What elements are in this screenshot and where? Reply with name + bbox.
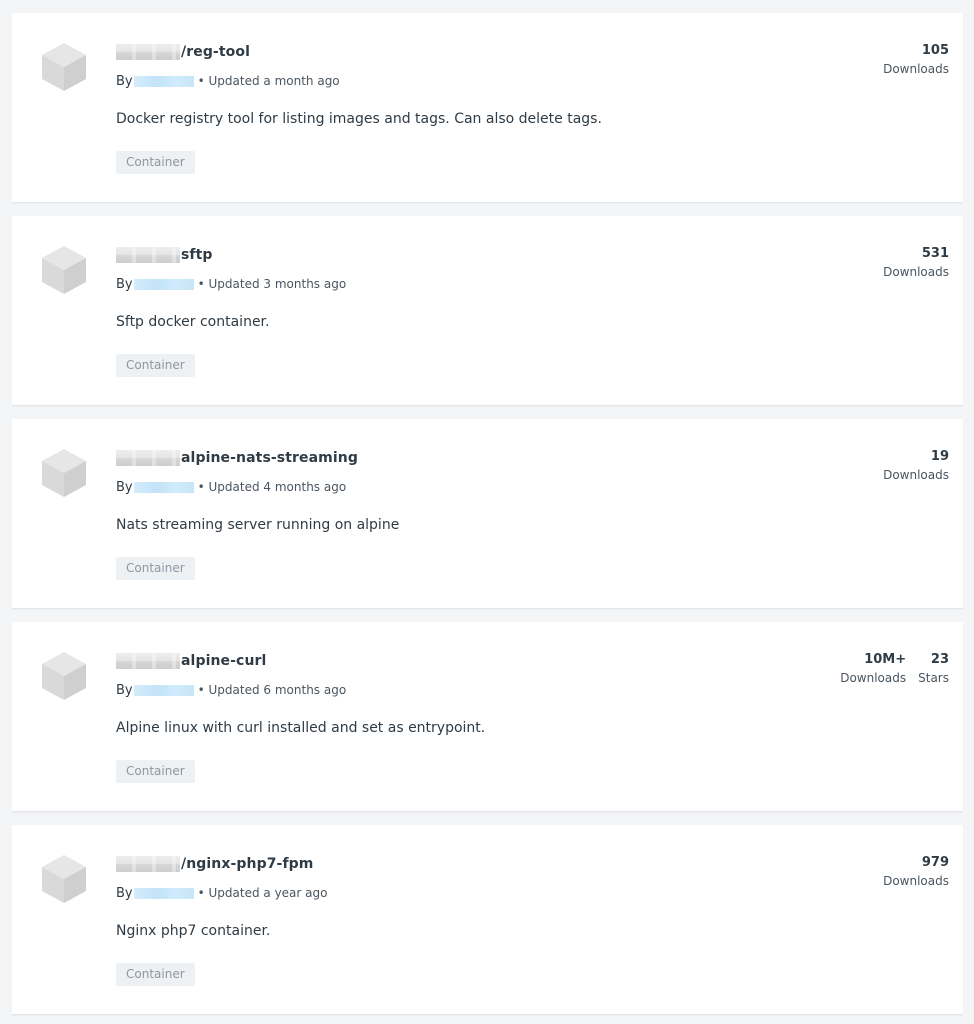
repository-card[interactable]: sftp By • Updated 3 months ago Sftp dock… bbox=[12, 216, 963, 406]
stars-stat: 23 Stars bbox=[918, 652, 949, 686]
container-cube-icon bbox=[42, 246, 86, 294]
repository-name[interactable]: /nginx-php7-fpm bbox=[181, 856, 313, 872]
by-label: By bbox=[116, 73, 133, 89]
repository-stats: 105 Downloads bbox=[871, 43, 949, 77]
redacted-namespace bbox=[116, 44, 180, 60]
downloads-label: Downloads bbox=[883, 874, 949, 888]
repository-meta: By • Updated 3 months ago bbox=[116, 275, 346, 293]
repository-card[interactable]: alpine-nats-streaming By • Updated 4 mon… bbox=[12, 419, 963, 609]
updated-text: • Updated 4 months ago bbox=[197, 480, 347, 494]
category-badge[interactable]: Container bbox=[116, 151, 195, 174]
container-cube-icon bbox=[42, 652, 86, 700]
container-cube-icon bbox=[42, 43, 86, 91]
repository-card[interactable]: /nginx-php7-fpm By • Updated a year ago … bbox=[12, 825, 963, 1015]
redacted-author-link[interactable] bbox=[133, 887, 194, 899]
repository-card[interactable]: alpine-curl By • Updated 6 months ago Al… bbox=[12, 622, 963, 812]
downloads-label: Downloads bbox=[883, 468, 949, 482]
repository-title[interactable]: alpine-nats-streaming bbox=[116, 448, 358, 468]
redacted-author-link[interactable] bbox=[133, 278, 194, 290]
redacted-author-link[interactable] bbox=[133, 684, 194, 696]
updated-text: • Updated a year ago bbox=[197, 886, 328, 900]
downloads-label: Downloads bbox=[883, 265, 949, 279]
redacted-namespace bbox=[116, 653, 180, 669]
repository-title[interactable]: /reg-tool bbox=[116, 42, 250, 62]
redacted-namespace bbox=[116, 247, 180, 263]
repository-description: Sftp docker container. bbox=[116, 314, 270, 330]
repository-meta: By • Updated 4 months ago bbox=[116, 478, 346, 496]
stars-count: 23 bbox=[930, 652, 949, 667]
downloads-stat: 979 Downloads bbox=[883, 855, 949, 889]
downloads-count: 105 bbox=[921, 43, 949, 58]
category-badge[interactable]: Container bbox=[116, 354, 195, 377]
repository-meta: By • Updated 6 months ago bbox=[116, 681, 346, 699]
updated-text: • Updated a month ago bbox=[197, 74, 340, 88]
repository-card[interactable]: /reg-tool By • Updated a month ago Docke… bbox=[12, 13, 963, 203]
downloads-count: 531 bbox=[921, 246, 949, 261]
container-cube-icon bbox=[42, 855, 86, 903]
downloads-label: Downloads bbox=[840, 671, 907, 685]
container-cube-icon bbox=[42, 449, 86, 497]
by-label: By bbox=[116, 276, 133, 292]
updated-text: • Updated 3 months ago bbox=[197, 277, 347, 291]
downloads-count: 10M+ bbox=[864, 652, 907, 667]
downloads-stat: 19 Downloads bbox=[883, 449, 949, 483]
repository-title[interactable]: sftp bbox=[116, 245, 213, 265]
repository-description: Nginx php7 container. bbox=[116, 923, 271, 939]
repository-description: Nats streaming server running on alpine bbox=[116, 517, 400, 533]
repository-title[interactable]: /nginx-php7-fpm bbox=[116, 854, 313, 874]
downloads-count: 19 bbox=[930, 449, 949, 464]
repository-title[interactable]: alpine-curl bbox=[116, 651, 266, 671]
category-badge[interactable]: Container bbox=[116, 760, 195, 783]
category-badge[interactable]: Container bbox=[116, 963, 195, 986]
repository-list: /reg-tool By • Updated a month ago Docke… bbox=[0, 0, 974, 1024]
repository-name[interactable]: alpine-curl bbox=[181, 653, 266, 669]
downloads-stat: 10M+ Downloads bbox=[840, 652, 906, 686]
redacted-namespace bbox=[116, 856, 180, 872]
by-label: By bbox=[116, 682, 133, 698]
downloads-stat: 531 Downloads bbox=[883, 246, 949, 280]
repository-name[interactable]: alpine-nats-streaming bbox=[181, 450, 358, 466]
repository-stats: 10M+ Downloads 23 Stars bbox=[828, 652, 949, 686]
repository-meta: By • Updated a year ago bbox=[116, 884, 327, 902]
redacted-namespace bbox=[116, 450, 180, 466]
downloads-label: Downloads bbox=[883, 62, 949, 76]
redacted-author-link[interactable] bbox=[133, 481, 194, 493]
repository-name[interactable]: /reg-tool bbox=[181, 44, 250, 60]
by-label: By bbox=[116, 885, 133, 901]
category-badge[interactable]: Container bbox=[116, 557, 195, 580]
repository-stats: 19 Downloads bbox=[871, 449, 949, 483]
updated-text: • Updated 6 months ago bbox=[197, 683, 347, 697]
repository-stats: 979 Downloads bbox=[871, 855, 949, 889]
repository-meta: By • Updated a month ago bbox=[116, 72, 340, 90]
repository-description: Alpine linux with curl installed and set… bbox=[116, 720, 486, 736]
repository-stats: 531 Downloads bbox=[871, 246, 949, 280]
repository-description: Docker registry tool for listing images … bbox=[116, 111, 602, 127]
downloads-count: 979 bbox=[921, 855, 949, 870]
by-label: By bbox=[116, 479, 133, 495]
repository-name[interactable]: sftp bbox=[181, 247, 213, 263]
downloads-stat: 105 Downloads bbox=[883, 43, 949, 77]
stars-label: Stars bbox=[918, 671, 949, 685]
redacted-author-link[interactable] bbox=[133, 75, 194, 87]
